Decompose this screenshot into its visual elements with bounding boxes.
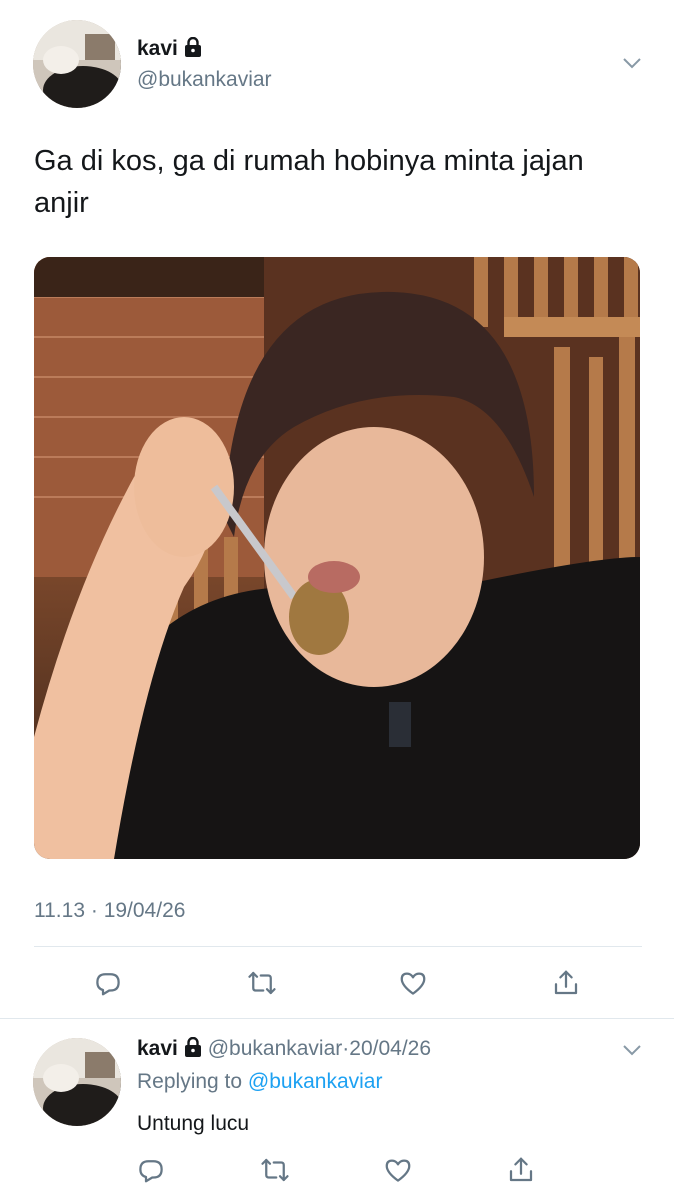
- chevron-down-icon[interactable]: [620, 1040, 644, 1060]
- tweet-date: 19/04/26: [103, 899, 186, 922]
- tweet-photo-image: [34, 257, 640, 859]
- reply-share-button[interactable]: [504, 1153, 538, 1187]
- reply-date[interactable]: 20/04/26: [349, 1037, 431, 1060]
- reply-icon: [139, 1160, 163, 1183]
- tweet-timestamp[interactable]: 11.13 · 19/04/26: [34, 899, 185, 923]
- reply-retweet-button[interactable]: [258, 1153, 292, 1187]
- reply-button[interactable]: [91, 966, 125, 1000]
- reply-text: Untung lucu: [137, 1112, 250, 1135]
- reply-avatar[interactable]: [33, 1038, 121, 1126]
- retweet-icon: [261, 1158, 289, 1182]
- replying-to-link[interactable]: @bukankaviar: [248, 1070, 383, 1093]
- display-name-row: kavi: [137, 36, 202, 63]
- timestamp-separator: ·: [90, 899, 98, 922]
- reply-like-button[interactable]: [381, 1153, 415, 1187]
- replying-to-label: Replying to: [137, 1070, 243, 1093]
- reply-display-name[interactable]: kavi: [137, 1037, 178, 1060]
- retweet-icon: [248, 971, 276, 995]
- reply-reply-button[interactable]: [134, 1153, 168, 1187]
- replying-to-line: Replying to @bukankaviar: [137, 1070, 382, 1094]
- avatar[interactable]: [33, 20, 121, 108]
- reply-avatar-image: [33, 1038, 121, 1126]
- tweet-text: Ga di kos, ga di rumah hobinya minta jaj…: [34, 145, 584, 219]
- heart-icon: [385, 1159, 411, 1182]
- user-handle[interactable]: @bukankaviar: [137, 68, 272, 92]
- section-divider: [0, 1018, 674, 1019]
- share-button[interactable]: [549, 966, 583, 1000]
- reply-header: kavi @bukankaviar·20/04/26: [137, 1036, 431, 1063]
- divider: [34, 946, 642, 947]
- like-button[interactable]: [396, 966, 430, 1000]
- display-name[interactable]: kavi: [137, 37, 178, 60]
- reply-handle[interactable]: @bukankaviar: [208, 1037, 343, 1060]
- reply-icon: [96, 973, 120, 996]
- lock-icon: [184, 1036, 202, 1063]
- retweet-button[interactable]: [245, 966, 279, 1000]
- tweet-time: 11.13: [34, 899, 85, 922]
- heart-icon: [400, 972, 426, 995]
- chevron-down-icon[interactable]: [620, 53, 644, 73]
- tweet-photo[interactable]: [34, 257, 640, 859]
- lock-icon: [184, 36, 202, 63]
- avatar-image: [33, 20, 121, 108]
- share-icon: [554, 970, 578, 995]
- share-icon: [509, 1157, 533, 1182]
